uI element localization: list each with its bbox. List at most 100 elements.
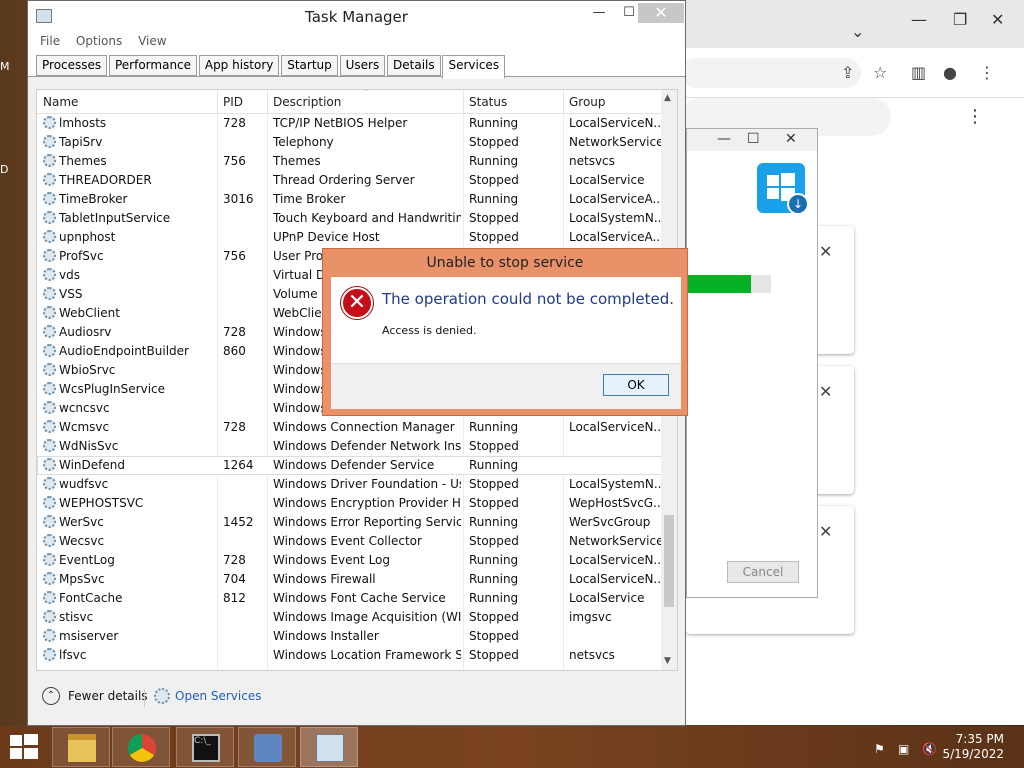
service-group: imgsvc — [569, 610, 612, 624]
column-header-name[interactable]: Name — [43, 95, 78, 109]
column-header-status[interactable]: Status — [469, 95, 507, 109]
tab-services[interactable]: Services — [442, 55, 506, 79]
service-group: LocalService — [569, 173, 645, 187]
taskbar-task-manager[interactable] — [300, 727, 358, 767]
table-row[interactable]: FontCache 812 Windows Font Cache Service Ru… — [37, 589, 663, 608]
network-icon[interactable]: ▣ — [898, 742, 909, 756]
windows-download-icon: ↓ — [757, 163, 809, 215]
open-services-link[interactable]: Open Services — [175, 689, 261, 703]
table-row[interactable]: WinDefend 1264 Windows Defender Service Run… — [37, 456, 663, 475]
table-row[interactable]: TapiSrv Telephony Stopped NetworkService — [37, 133, 663, 152]
close-icon[interactable]: ✕ — [785, 131, 797, 147]
close-button[interactable]: ✕ — [638, 3, 684, 23]
service-description: Windows Encryption Provider H... — [273, 496, 461, 510]
share-icon[interactable]: ⇪ — [841, 63, 854, 82]
table-row[interactable]: WEPHOSTSVC Windows Encryption Provider H.… — [37, 494, 663, 513]
service-status: Stopped — [469, 230, 519, 244]
service-name: FontCache — [59, 591, 123, 605]
table-row[interactable]: lfsvc Windows Location Framework S... Stop… — [37, 646, 663, 665]
table-row[interactable]: EventLog 728 Windows Event Log Running Local… — [37, 551, 663, 570]
address-bar[interactable] — [681, 58, 861, 88]
table-row[interactable]: WdNisSvc Windows Defender Network Insp...… — [37, 437, 663, 456]
tab-details[interactable]: Details — [387, 55, 441, 76]
scrollbar-thumb[interactable] — [664, 515, 674, 607]
service-pid: 860 — [223, 344, 246, 358]
ok-button[interactable]: OK — [603, 374, 669, 396]
table-row[interactable]: THREADORDER Thread Ordering Server Stopped… — [37, 171, 663, 190]
column-header-pid[interactable]: PID — [223, 95, 243, 109]
menu-file[interactable]: File — [40, 34, 60, 48]
table-row[interactable]: wudfsvc Windows Driver Foundation - Us...… — [37, 475, 663, 494]
table-row[interactable]: MpsSvc 704 Windows Firewall Running LocalSer… — [37, 570, 663, 589]
service-group: LocalServiceN... — [569, 553, 661, 567]
service-description: Windows Event Log — [273, 553, 391, 567]
service-description: Themes — [273, 154, 321, 168]
column-header-group[interactable]: Group — [569, 95, 606, 109]
service-name: Wcmsvc — [59, 420, 110, 434]
taskbar-command-prompt[interactable]: C:\_ — [176, 727, 234, 767]
minimize-icon[interactable]: — — [717, 131, 731, 147]
page-menu-icon[interactable]: ⋮ — [966, 106, 984, 127]
service-name: wudfsvc — [59, 477, 109, 491]
table-row[interactable]: msiserver Windows Installer Stopped — [37, 627, 663, 646]
service-gear-icon — [43, 610, 56, 623]
fewer-details-link[interactable]: Fewer details — [68, 689, 148, 703]
table-row[interactable]: WerSvc 1452 Windows Error Reporting Servic… — [37, 513, 663, 532]
tab-startup[interactable]: Startup — [281, 55, 338, 76]
close-icon[interactable]: ✕ — [991, 10, 1004, 29]
system-clock[interactable]: 7:35 PM 5/19/2022 — [942, 732, 1004, 762]
service-group: LocalServiceN... — [569, 420, 661, 434]
service-description: Windows Firewall — [273, 572, 376, 586]
maximize-icon[interactable]: ☐ — [747, 131, 760, 147]
table-row[interactable]: Wcmsvc 728 Windows Connection Manager Runni… — [37, 418, 663, 437]
table-row[interactable]: Wecsvc Windows Event Collector Stopped Netw… — [37, 532, 663, 551]
scroll-up-icon[interactable]: ▲ — [664, 93, 671, 103]
maximize-icon[interactable]: ❐ — [953, 10, 967, 29]
tab-performance[interactable]: Performance — [108, 55, 198, 76]
table-row[interactable]: TabletInputService Touch Keyboard and Han… — [37, 209, 663, 228]
column-header-description[interactable]: Description — [273, 95, 341, 109]
bookmark-star-icon[interactable]: ☆ — [873, 63, 887, 82]
installer-dialog: — ☐ ✕ ↓ Cancel — [686, 128, 818, 598]
service-description: Windows Driver Foundation - Us... — [273, 477, 461, 491]
tab-processes[interactable]: Processes — [36, 55, 108, 76]
table-row[interactable]: upnphost UPnP Device Host Stopped LocalServ… — [37, 228, 663, 247]
service-name: AudioEndpointBuilder — [59, 344, 189, 358]
table-row[interactable]: Themes 756 Themes Running netsvcs — [37, 152, 663, 171]
service-description: Windows Connection Manager — [273, 420, 455, 434]
volume-muted-icon[interactable]: 🔇 — [922, 742, 937, 756]
action-center-flag-icon[interactable]: ⚑ — [874, 742, 885, 756]
start-button-icon[interactable] — [10, 734, 38, 760]
tab-app-history[interactable]: App history — [198, 55, 280, 76]
scroll-down-icon[interactable]: ▼ — [664, 656, 671, 666]
menu-view[interactable]: View — [138, 34, 166, 48]
taskbar-file-explorer[interactable] — [52, 727, 110, 767]
dismiss-card-icon[interactable]: ✕ — [819, 382, 832, 401]
service-status: Stopped — [469, 477, 519, 491]
service-description: Windows Error Reporting Service — [273, 515, 461, 529]
fewer-details-icon[interactable]: ⌃ — [42, 687, 60, 705]
chrome-menu-icon[interactable]: ⋮ — [979, 63, 995, 82]
tab-users[interactable]: Users — [339, 55, 386, 76]
service-pid: 1264 — [223, 458, 254, 472]
error-message: The operation could not be completed. — [382, 290, 675, 308]
taskbar-network-setup[interactable] — [238, 727, 296, 767]
minimize-button[interactable]: — — [584, 3, 614, 23]
cancel-button[interactable]: Cancel — [727, 561, 799, 583]
service-gear-icon — [43, 439, 56, 452]
side-panel-icon[interactable]: ▥ — [911, 63, 926, 82]
service-name: WcsPlugInService — [59, 382, 166, 396]
minimize-icon[interactable]: — — [911, 10, 927, 29]
service-status: Running — [469, 458, 519, 472]
tab-dropdown-icon[interactable]: ⌄ — [851, 22, 864, 41]
menu-options[interactable]: Options — [76, 34, 122, 48]
service-status: Running — [469, 420, 519, 434]
table-row[interactable]: lmhosts 728 TCP/IP NetBIOS Helper Running Lo… — [37, 114, 663, 133]
service-gear-icon — [43, 553, 56, 566]
dismiss-card-icon[interactable]: ✕ — [819, 522, 832, 541]
profile-icon[interactable]: ● — [943, 63, 957, 82]
taskbar-chrome[interactable] — [112, 727, 170, 767]
dismiss-card-icon[interactable]: ✕ — [819, 242, 832, 261]
table-row[interactable]: stisvc Windows Image Acquisition (WIA) Sto… — [37, 608, 663, 627]
table-row[interactable]: TimeBroker 3016 Time Broker Running LocalSer… — [37, 190, 663, 209]
